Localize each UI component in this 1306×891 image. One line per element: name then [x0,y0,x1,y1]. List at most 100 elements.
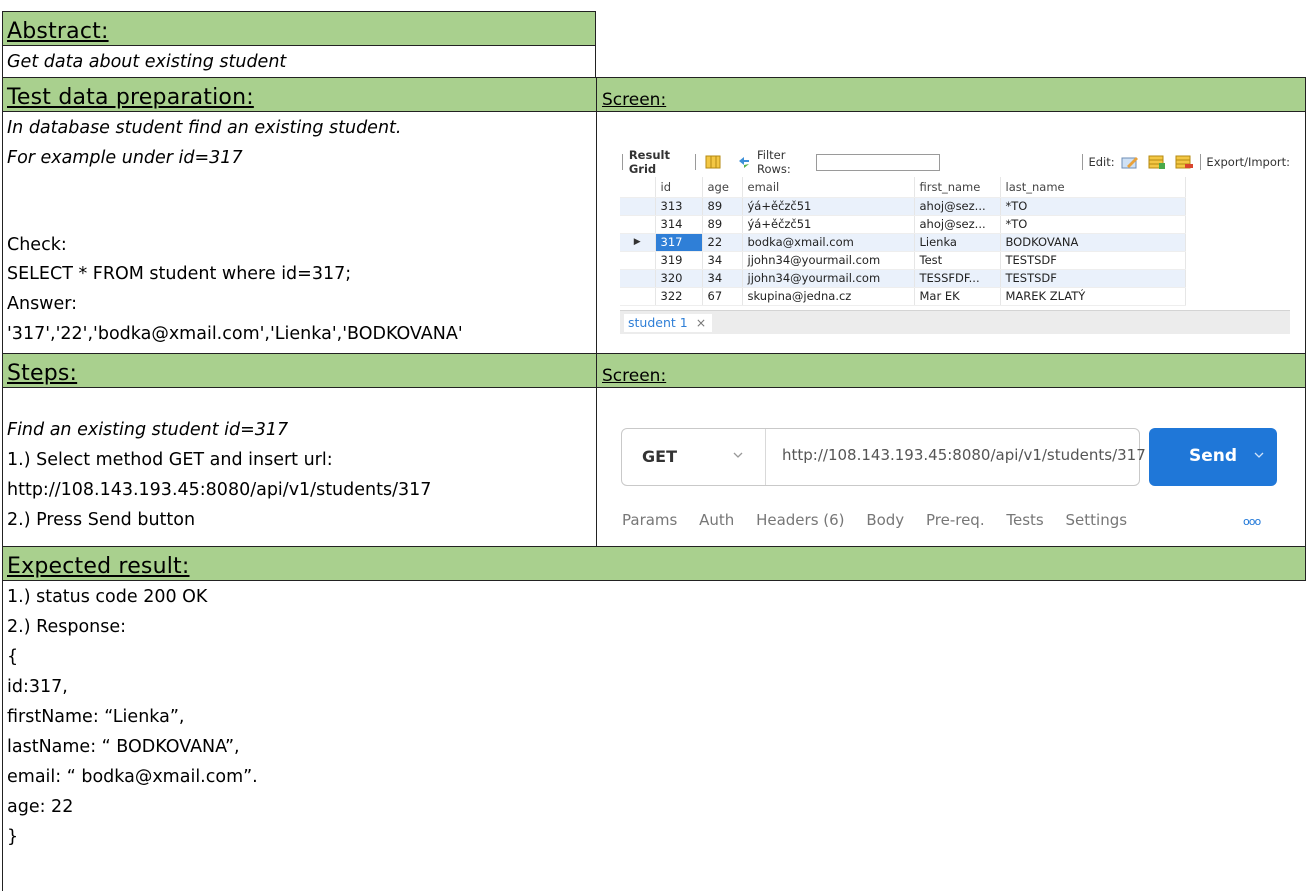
test-data-line1: In database student find an existing stu… [7,118,402,138]
grid-cell[interactable]: jjohn34@yourmail.com [742,269,915,288]
db-result-grid-screenshot: Result Grid Filter Rows: Edit: Export/Im… [620,149,1290,334]
grid-cell[interactable]: Lienka [914,233,1001,252]
grid-cell[interactable]: 314 [655,215,703,234]
grid-cell[interactable]: 34 [702,251,743,270]
result-grid-tab[interactable]: Result Grid [629,149,689,176]
grid-col-header[interactable]: last_name [1000,177,1186,198]
grid-cell[interactable]: 313 [655,197,703,216]
grid-cell[interactable]: 89 [702,197,743,216]
chevron-down-icon[interactable] [732,449,744,463]
abstract-header-label: Abstract: [7,19,109,44]
expected-header: Expected result: [2,546,1306,581]
delete-row-icon[interactable] [1175,155,1193,169]
edit-icon[interactable] [1121,155,1138,169]
tab-pre-request[interactable]: Pre-req. [926,511,985,529]
expected-header-label: Expected result: [7,554,190,579]
grid-cell[interactable]: ýá+ěčzč51 [742,197,915,216]
grid-cell[interactable]: bodka@xmail.com [742,233,915,252]
grid-cell[interactable]: MAREK ZLATÝ [1000,287,1186,306]
expected-line: lastName: “ BODKOVANA”, [7,737,240,757]
grid-cell[interactable]: Mar EK [914,287,1001,306]
export-import-label[interactable]: Export/Import: [1206,155,1290,169]
check-query: SELECT * FROM student where id=317; [7,264,352,284]
tab-auth[interactable]: Auth [699,511,734,529]
answer-value: '317','22','bodka@xmail.com','Lienka','B… [7,324,463,344]
row-pointer-icon: ▶ [620,233,656,252]
screen-header-2: Screen: [596,353,1306,388]
result-tab-label: student 1 [628,315,688,330]
grid-cell[interactable]: Test [914,251,1001,270]
grid-cell[interactable]: 320 [655,269,703,288]
grid-cell[interactable]: TESSFDF... [914,269,1001,288]
tab-headers[interactable]: Headers (6) [756,511,844,529]
answer-label: Answer: [7,294,78,314]
grid-cell[interactable]: jjohn34@yourmail.com [742,251,915,270]
steps-cell: Find an existing student id=317 1.) Sele… [2,387,597,547]
grid-cell[interactable]: TESTSDF [1000,269,1186,288]
grid-col-header[interactable]: id [655,177,703,198]
expected-line: } [7,827,19,847]
expected-cell: 1.) status code 200 OK 2.) Response: { i… [2,580,1306,891]
filter-rows-input[interactable] [815,153,940,171]
close-icon[interactable]: × [696,315,706,330]
grid-row[interactable]: 314 89 ýá+ěčzč51 ahoj@sez... *TO [620,215,1186,234]
screen-header-1: Screen: [596,77,1306,112]
result-tab-student-1[interactable]: student 1 × [624,314,713,332]
more-options-icon[interactable]: ooo [1243,515,1261,528]
abstract-header: Abstract: [2,11,596,46]
send-button[interactable]: Send [1149,428,1277,486]
refresh-icon[interactable] [736,155,752,169]
grid-cell[interactable]: 89 [702,215,743,234]
grid-row[interactable]: 320 34 jjohn34@yourmail.com TESSFDF... T… [620,269,1186,288]
grid-col-header[interactable]: first_name [914,177,1001,198]
grid-cell[interactable]: TESTSDF [1000,251,1186,270]
screen-header-2-label: Screen: [602,366,667,386]
grid-cell[interactable]: 22 [702,233,743,252]
tab-body[interactable]: Body [866,511,904,529]
check-label: Check: [7,235,67,255]
method-select[interactable]: GET [642,447,677,466]
grid-cell[interactable]: ýá+ěčzč51 [742,215,915,234]
tab-params[interactable]: Params [622,511,677,529]
expected-line: age: 22 [7,797,74,817]
grid-cell[interactable]: 34 [702,269,743,288]
url-input[interactable]: http://108.143.193.45:8080/api/v1/studen… [782,446,1146,464]
test-data-line2: For example under id=317 [7,148,243,168]
abstract-text: Get data about existing student [7,52,287,72]
grid-row[interactable]: 319 34 jjohn34@yourmail.com Test TESTSDF [620,251,1186,270]
test-data-cell: In database student find an existing stu… [2,111,597,354]
grid-view-icon[interactable] [705,155,721,169]
grid-cell-selected[interactable]: 317 [655,233,703,252]
abstract-cell: Get data about existing student [2,45,596,78]
send-options-chevron-icon[interactable] [1253,449,1265,463]
grid-cell[interactable]: ahoj@sez... [914,215,1001,234]
grid-cell[interactable]: skupina@jedna.cz [742,287,915,306]
grid-cell[interactable]: 319 [655,251,703,270]
expected-line: firstName: “Lienka”, [7,707,185,727]
result-grid-table: id age email first_name last_name 313 89… [620,177,1186,306]
grid-cell[interactable]: *TO [1000,197,1186,216]
expected-line: id:317, [7,677,68,697]
steps-line4: 2.) Press Send button [7,510,196,530]
steps-header-label: Steps: [7,361,78,386]
grid-row[interactable]: 322 67 skupina@jedna.cz Mar EK MAREK ZLA… [620,287,1186,306]
add-row-icon[interactable] [1148,155,1165,169]
edit-label: Edit: [1088,155,1115,169]
screen-header-1-label: Screen: [602,90,667,110]
grid-row-selected[interactable]: ▶ 317 22 bodka@xmail.com Lienka BODKOVAN… [620,233,1186,252]
grid-col-header[interactable]: email [742,177,915,198]
tab-tests[interactable]: Tests [1006,511,1043,529]
grid-cell[interactable]: BODKOVANA [1000,233,1186,252]
steps-header: Steps: [2,353,597,388]
steps-line1: Find an existing student id=317 [7,420,289,440]
grid-col-header[interactable]: age [702,177,743,198]
expected-line: 2.) Response: [7,617,127,637]
grid-row[interactable]: 313 89 ýá+ěčzč51 ahoj@sez... *TO [620,197,1186,216]
expected-line: { [7,647,19,667]
grid-cell[interactable]: 67 [702,287,743,306]
grid-cell[interactable]: *TO [1000,215,1186,234]
grid-cell[interactable]: ahoj@sez... [914,197,1001,216]
tab-settings[interactable]: Settings [1066,511,1128,529]
grid-cell[interactable]: 322 [655,287,703,306]
test-data-header: Test data preparation: [2,77,597,112]
